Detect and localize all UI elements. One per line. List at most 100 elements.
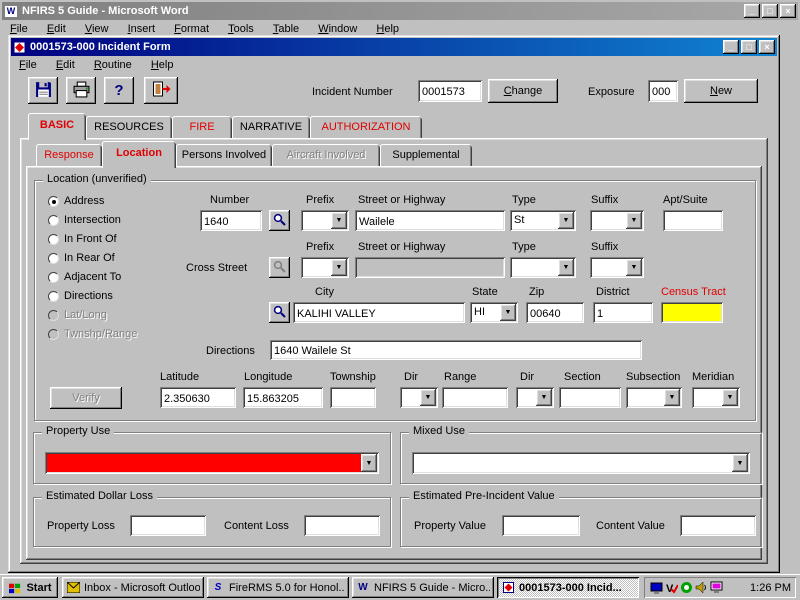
chevron-down-icon[interactable]: ▼ [331,212,347,229]
task-outlook[interactable]: Inbox - Microsoft Outlook [62,577,204,598]
word-icon: W [356,581,370,595]
property-loss-field[interactable] [130,515,206,536]
cross-type-combo[interactable]: ▼ [510,257,576,278]
chevron-down-icon[interactable]: ▼ [732,454,748,472]
verify-button: Verify [50,387,122,409]
meridian-combo[interactable]: ▼ [692,387,740,408]
print-button[interactable] [66,77,96,104]
chevron-down-icon[interactable]: ▼ [664,389,680,406]
radio-in-rear-of[interactable]: In Rear Of [48,252,115,266]
dir2-combo[interactable]: ▼ [516,387,554,408]
word-maximize-button[interactable]: □ [762,4,778,18]
start-button[interactable]: Start [2,577,58,598]
chevron-down-icon[interactable]: ▼ [558,212,574,229]
radio-address[interactable]: Address [48,195,104,209]
task-incident-form[interactable]: 0001573-000 Incid... [497,577,639,598]
new-button[interactable]: New [684,79,758,103]
tray-scheduler-icon[interactable] [679,581,693,595]
state-combo[interactable]: HI ▼ [470,302,518,323]
word-minimize-button[interactable]: _ [744,4,760,18]
chevron-down-icon[interactable]: ▼ [361,454,377,472]
incident-form-titlebar[interactable]: 0001573-000 Incident Form _ □ × [11,38,777,56]
township-field[interactable] [330,387,376,408]
city-field[interactable] [293,302,465,323]
property-value-field[interactable] [502,515,580,536]
suffix-combo[interactable]: ▼ [590,210,644,231]
radio-circle [48,253,59,264]
cross-suffix-combo[interactable]: ▼ [590,257,644,278]
type-combo[interactable]: St ▼ [510,210,576,231]
word-close-button[interactable]: × [780,4,796,18]
tray-display-icon[interactable] [709,581,723,595]
incident-number-label: Incident Number [312,86,393,98]
directions-field[interactable] [270,340,642,360]
chevron-down-icon[interactable]: ▼ [500,304,516,321]
exit-button[interactable] [144,77,178,104]
incident-number-field[interactable] [418,80,482,102]
city-lookup-button[interactable] [269,302,290,323]
tray-network-icon[interactable] [649,581,663,595]
form-close-button[interactable]: × [759,40,775,54]
radio-circle [48,272,59,283]
chevron-down-icon[interactable]: ▼ [331,259,347,276]
tab-supplemental[interactable]: Supplemental [380,144,472,166]
tab-fire[interactable]: FIRE [172,116,232,138]
radio-adjacent-to[interactable]: Adjacent To [48,271,121,285]
tab-location[interactable]: Location [102,141,176,168]
apt-suite-field[interactable] [663,210,723,231]
district-field[interactable] [593,302,653,323]
radio-intersection[interactable]: Intersection [48,214,121,228]
chevron-down-icon[interactable]: ▼ [626,212,642,229]
property-use-combo[interactable]: ▼ [45,452,379,474]
chevron-down-icon[interactable]: ▼ [420,389,436,406]
help-button[interactable]: ? [104,77,134,104]
subsection-combo[interactable]: ▼ [626,387,682,408]
tray-antivirus-icon[interactable]: V [664,581,678,595]
tab-narrative[interactable]: NARRATIVE [232,116,310,138]
save-button[interactable] [28,77,58,104]
tab-basic[interactable]: BASIC [28,113,86,140]
change-button[interactable]: Change [488,79,558,103]
chevron-down-icon[interactable]: ▼ [536,389,552,406]
form-maximize-button[interactable]: □ [741,40,757,54]
latitude-field[interactable] [160,387,236,408]
tab-persons-involved[interactable]: Persons Involved [176,144,272,166]
tab-response[interactable]: Response [36,144,102,166]
radio-directions[interactable]: Directions [48,290,113,304]
mixed-use-combo[interactable]: ▼ [412,452,750,474]
radio-in-front-of[interactable]: In Front Of [48,233,117,247]
street-lookup-button[interactable] [269,210,290,231]
pre-incident-value-title: Estimated Pre-Incident Value [409,490,559,502]
menu-file[interactable]: File [11,56,45,74]
task-firerms[interactable]: S FireRMS 5.0 for Honol... [207,577,349,598]
chevron-down-icon[interactable]: ▼ [626,259,642,276]
tab-resources[interactable]: RESOURCES [86,116,172,138]
content-value-field[interactable] [680,515,756,536]
longitude-field[interactable] [243,387,323,408]
zip-field[interactable] [526,302,584,323]
tab-authorization[interactable]: AUTHORIZATION [310,116,422,138]
radio-circle [48,310,59,321]
range-field[interactable] [442,387,508,408]
menu-help[interactable]: Help [143,56,182,74]
tab-aircraft-involved: Aircraft Involved [272,144,380,166]
exposure-field[interactable] [648,80,678,102]
firerms-icon: S [211,581,225,595]
census-tract-field[interactable] [661,302,723,323]
menu-edit[interactable]: Edit [48,56,83,74]
tray-volume-icon[interactable] [694,581,708,595]
menu-routine[interactable]: Routine [86,56,140,74]
street-field[interactable] [355,210,505,231]
form-minimize-button[interactable]: _ [723,40,739,54]
system-tray: V 1:26 PM [644,577,796,598]
dir1-combo[interactable]: ▼ [400,387,438,408]
prefix-combo[interactable]: ▼ [301,210,349,231]
radio-lat-long: Lat/Long [48,309,107,323]
content-loss-field[interactable] [304,515,380,536]
number-field[interactable] [200,210,262,231]
task-word[interactable]: W NFIRS 5 Guide - Micro... [352,577,494,598]
chevron-down-icon[interactable]: ▼ [722,389,738,406]
section-field[interactable] [559,387,621,408]
chevron-down-icon[interactable]: ▼ [558,259,574,276]
cross-prefix-combo[interactable]: ▼ [301,257,349,278]
